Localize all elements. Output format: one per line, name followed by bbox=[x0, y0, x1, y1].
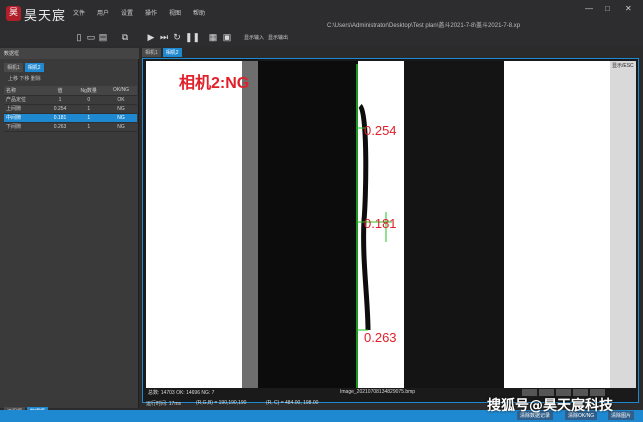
pixel-position: (R, C) = 484.00, 198.00 bbox=[266, 400, 319, 406]
run-time: 运行时间: 17ms bbox=[146, 401, 182, 407]
watermark: 搜狐号@昊天宸科技 bbox=[487, 398, 613, 414]
measurement-middle: 0.181 bbox=[364, 216, 397, 231]
camera-result-label: 相机2:NG bbox=[179, 75, 250, 92]
result-counts: 总数: 14703 OK: 14696 NG: 7 bbox=[148, 390, 215, 396]
image-file-name: Image_20210708134829075.bmp bbox=[340, 389, 416, 395]
pixel-rgb: (R,G,B) = 190,190,190 bbox=[196, 400, 247, 406]
measurement-bottom: 0.263 bbox=[364, 330, 397, 345]
measurement-overlay bbox=[356, 64, 392, 388]
measurement-top: 0.254 bbox=[364, 123, 397, 138]
